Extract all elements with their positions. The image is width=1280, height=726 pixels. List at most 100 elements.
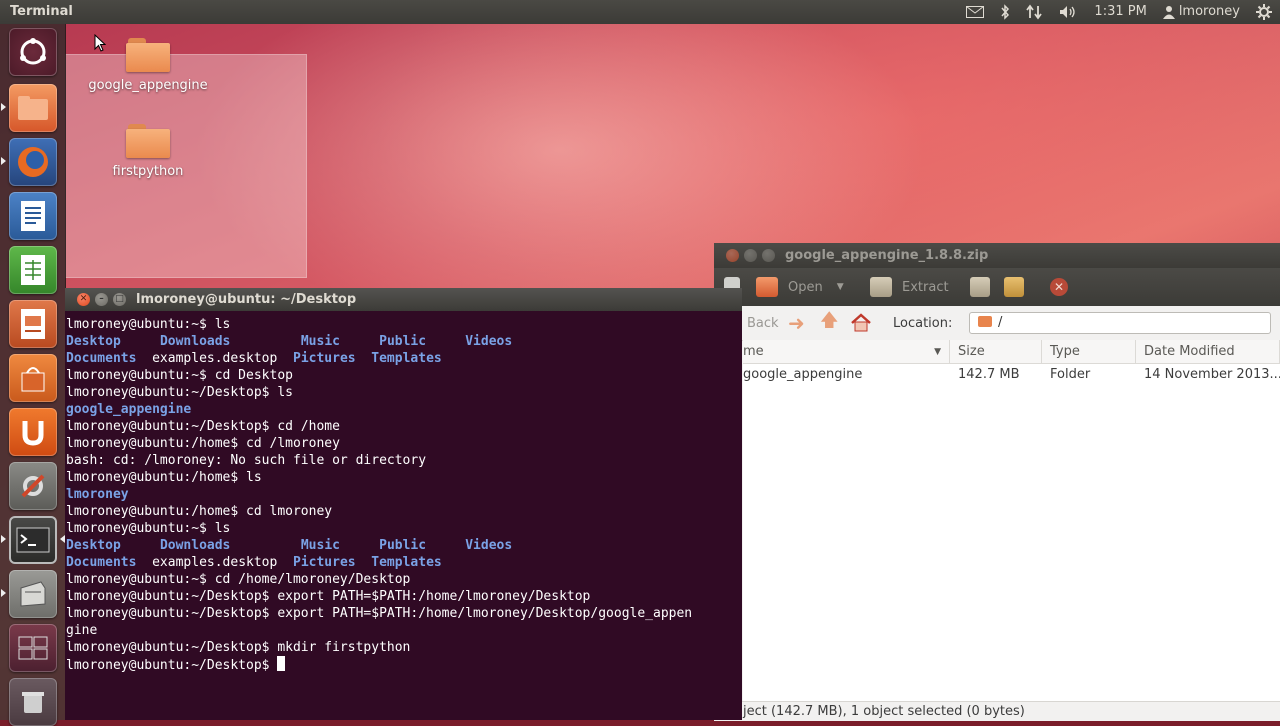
terminal-line: google_appengine: [66, 401, 742, 418]
back-label: Back: [747, 315, 779, 331]
stop-button[interactable]: ✕: [1050, 268, 1068, 306]
desktop-icon-google-appengine[interactable]: google_appengine: [88, 38, 208, 93]
stop-icon: ✕: [1050, 278, 1068, 296]
maximize-icon[interactable]: [762, 249, 775, 262]
terminal-line: lmoroney@ubuntu:~$ ls: [66, 316, 742, 333]
directory-name: Pictures: [293, 555, 356, 570]
terminal-text: lmoroney@ubuntu:~/Desktop$ ls: [66, 385, 293, 400]
add-files-button[interactable]: [970, 268, 1000, 306]
open-label: Open: [788, 279, 823, 295]
directory-name: Public: [379, 538, 427, 553]
terminal-text: lmoroney@ubuntu:~/Desktop$: [66, 658, 278, 673]
clock[interactable]: 1:31 PM: [1094, 0, 1146, 24]
active-app-title: Terminal: [10, 4, 73, 19]
firefox-icon[interactable]: [9, 138, 57, 186]
up-arrow-icon[interactable]: 🡅: [820, 306, 839, 340]
location-field[interactable]: /: [969, 312, 1271, 334]
terminal-text: lmoroney@ubuntu:/home$ ls: [66, 470, 262, 485]
terminal-text: lmoroney@ubuntu:/home$ cd lmoroney: [66, 504, 333, 519]
calc-icon[interactable]: [9, 246, 57, 294]
extract-label: Extract: [902, 279, 949, 295]
home-icon[interactable]: [850, 306, 872, 340]
terminal-line: lmoroney@ubuntu:~/Desktop$ export PATH=$…: [66, 588, 742, 605]
directory-name: Desktop: [66, 538, 145, 553]
minimize-icon[interactable]: [744, 249, 757, 262]
file-list: me ▼ Size Type Date Modified google_appe…: [743, 340, 1280, 707]
column-header-size[interactable]: Size: [950, 340, 1042, 364]
terminal-line: Documents examples.desktop Pictures Temp…: [66, 350, 742, 367]
software-center-icon[interactable]: [9, 354, 57, 402]
forward-arrow-icon[interactable]: ➜: [788, 306, 805, 340]
terminal-line: lmoroney@ubuntu:~/Desktop$ cd /home: [66, 418, 742, 435]
directory-name: Music: [300, 334, 340, 349]
workspace-switcher-icon[interactable]: [9, 624, 57, 672]
terminal-line: lmoroney@ubuntu:~/Desktop$ ls: [66, 384, 742, 401]
mail-icon[interactable]: [966, 0, 985, 24]
terminal-text: examples.desktop: [136, 555, 293, 570]
row-size: 142.7 MB: [958, 367, 1020, 382]
gear-icon[interactable]: [1256, 0, 1272, 24]
open-button[interactable]: Open ▼: [756, 268, 844, 306]
terminal-line: lmoroney@ubuntu:~/Desktop$ mkdir firstpy…: [66, 639, 742, 656]
minimize-icon[interactable]: –: [95, 293, 108, 306]
terminal-line: Documents examples.desktop Pictures Temp…: [66, 554, 742, 571]
directory-name: Videos: [465, 538, 513, 553]
terminal-text: lmoroney@ubuntu:~$ ls: [66, 521, 231, 536]
network-icon[interactable]: [1026, 0, 1043, 24]
directory-name: Public: [379, 334, 427, 349]
terminal-text: lmoroney@ubuntu:~$ cd Desktop: [66, 368, 293, 383]
archive-manager-icon[interactable]: [9, 570, 57, 618]
terminal-line: lmoroney: [66, 486, 742, 503]
close-icon[interactable]: [726, 249, 739, 262]
impress-icon[interactable]: [9, 300, 57, 348]
terminal-line: lmoroney@ubuntu:~$ ls: [66, 520, 742, 537]
location-value: /: [998, 315, 1003, 330]
directory-name: Templates: [371, 351, 442, 366]
status-bar: ject (142.7 MB), 1 object selected (0 by…: [714, 701, 1280, 721]
running-indicator: [1, 535, 6, 543]
directory-name: Music: [300, 538, 340, 553]
running-indicator: [1, 589, 6, 597]
terminal-text: lmoroney@ubuntu:~/Desktop$ export PATH=$…: [66, 589, 591, 604]
terminal-text: lmoroney@ubuntu:/home$ cd /lmoroney: [66, 436, 340, 451]
add-folder-button[interactable]: [1004, 268, 1034, 306]
folder-icon: [978, 316, 992, 327]
terminal-text: lmoroney@ubuntu:~/Desktop$ mkdir firstpy…: [66, 640, 411, 655]
writer-icon[interactable]: [9, 192, 57, 240]
archive-titlebar[interactable]: google_appengine_1.8.8.zip: [714, 243, 1280, 268]
terminal-line: lmoroney@ubuntu:/home$ cd /lmoroney: [66, 435, 742, 452]
terminal-icon[interactable]: [9, 516, 57, 564]
row-name[interactable]: google_appengine: [743, 364, 950, 386]
trash-icon[interactable]: [9, 678, 57, 726]
bluetooth-icon[interactable]: [1000, 0, 1010, 24]
directory-name: Downloads: [159, 334, 231, 349]
user-menu[interactable]: lmoroney: [1162, 0, 1240, 24]
files-icon[interactable]: [9, 84, 57, 132]
dash-home-icon[interactable]: [9, 28, 57, 76]
maximize-icon[interactable]: □: [113, 293, 126, 306]
system-settings-icon[interactable]: [9, 462, 57, 510]
location-label: Location:: [893, 315, 953, 331]
row-date: 14 November 2013...: [1144, 367, 1280, 382]
add-files-icon: [970, 277, 990, 297]
back-button[interactable]: Back: [747, 306, 779, 340]
volume-icon[interactable]: [1058, 0, 1078, 24]
terminal-text: bash: cd: /lmoroney: No such file or dir…: [66, 453, 427, 468]
ubuntu-one-icon[interactable]: [9, 408, 57, 456]
terminal-output[interactable]: lmoroney@ubuntu:~$ ls Desktop Downloads M…: [66, 316, 742, 716]
terminal-line: lmoroney@ubuntu:~$ cd Desktop: [66, 367, 742, 384]
terminal-titlebar[interactable]: ✕ – □ lmoroney@ubuntu: ~/Desktop: [65, 288, 742, 311]
status-text: ject (142.7 MB), 1 object selected (0 by…: [743, 704, 1025, 719]
column-header-type[interactable]: Type: [1042, 340, 1136, 364]
column-header-date[interactable]: Date Modified: [1136, 340, 1280, 364]
terminal-line: lmoroney@ubuntu:~/Desktop$: [66, 656, 742, 674]
extract-button[interactable]: Extract: [870, 268, 949, 306]
column-header-name[interactable]: me ▼: [743, 340, 950, 364]
close-icon[interactable]: ✕: [77, 293, 90, 306]
desktop-icon-firstpython[interactable]: firstpython: [88, 124, 208, 179]
